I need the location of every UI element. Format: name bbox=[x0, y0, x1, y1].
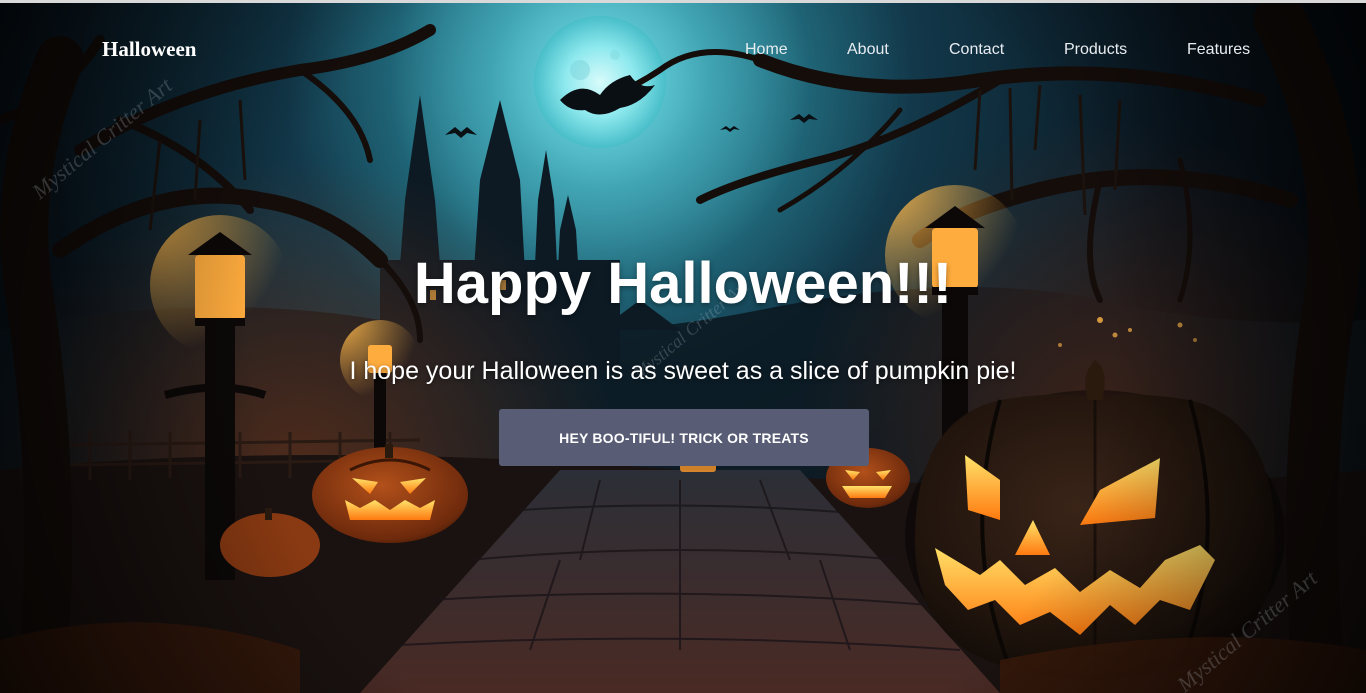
nav-link-products[interactable]: Products bbox=[1064, 41, 1127, 59]
hero-subtitle: I hope your Halloween is as sweet as a s… bbox=[349, 357, 1017, 385]
trick-or-treat-button[interactable]: HEY BOO-TIFUL! TRICK OR TREATS bbox=[499, 409, 869, 466]
nav-link-about[interactable]: About bbox=[847, 41, 889, 59]
halloween-background-illustration: Mystical Critter Art Mystical Critter Ar… bbox=[0, 0, 1366, 693]
browser-top-edge bbox=[0, 0, 1366, 3]
hero-title: Happy Halloween!!! bbox=[413, 251, 953, 316]
nav-link-features[interactable]: Features bbox=[1187, 41, 1250, 59]
nav-link-contact[interactable]: Contact bbox=[949, 41, 1004, 59]
top-navigation-bar: Halloween Home About Contact Products Fe… bbox=[0, 0, 1366, 100]
brand-logo-text[interactable]: Halloween bbox=[102, 37, 197, 62]
nav-link-home[interactable]: Home bbox=[745, 41, 788, 59]
halloween-landing-page: Mystical Critter Art Mystical Critter Ar… bbox=[0, 0, 1366, 693]
